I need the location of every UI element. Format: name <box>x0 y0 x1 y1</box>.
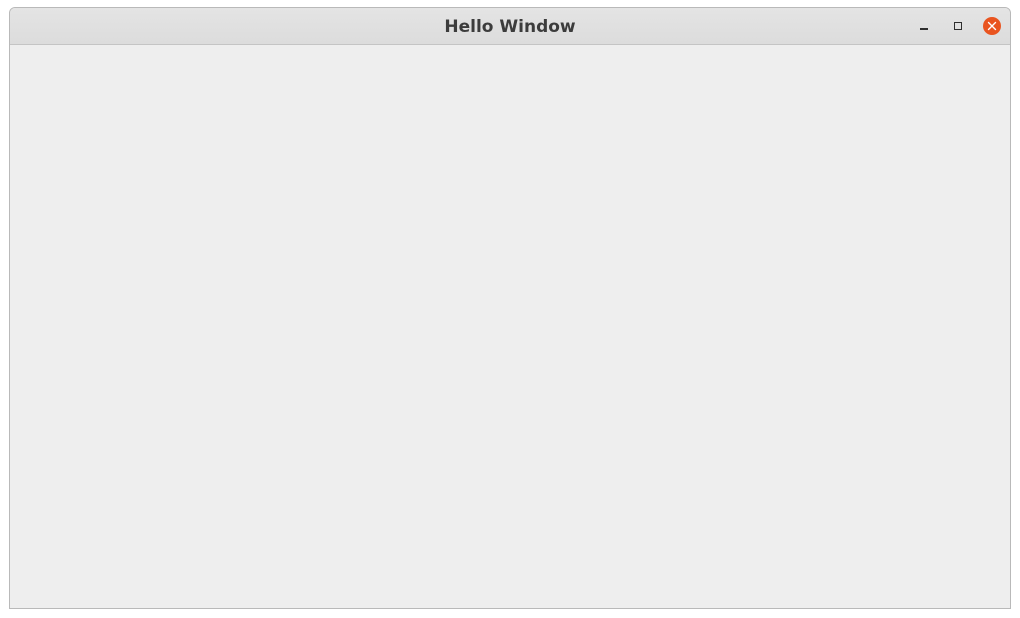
maximize-button[interactable] <box>949 17 967 35</box>
close-button[interactable] <box>983 17 1001 35</box>
close-icon <box>987 21 997 31</box>
window-content-area <box>10 45 1010 608</box>
minimize-button[interactable] <box>915 17 933 35</box>
window-title: Hello Window <box>444 17 576 37</box>
minimize-icon <box>920 28 928 30</box>
maximize-icon <box>954 22 962 30</box>
app-window: Hello Window <box>9 7 1011 609</box>
title-bar[interactable]: Hello Window <box>10 8 1010 45</box>
